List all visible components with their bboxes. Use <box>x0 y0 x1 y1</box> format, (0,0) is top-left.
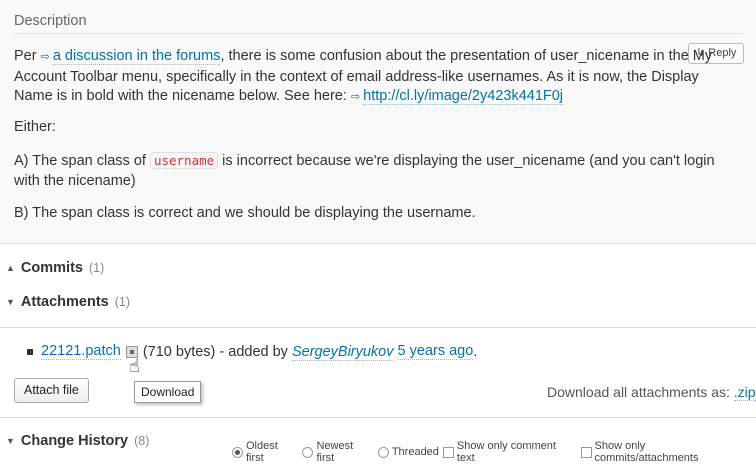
attachments-title: Attachments <box>20 294 109 310</box>
description-panel: Description ↳ Reply Per ⇨ a discussion in… <box>0 0 756 244</box>
description-paragraph-2: Either: <box>14 119 56 135</box>
comments-only-label: Show only comment text <box>456 440 556 464</box>
bullet-icon <box>27 348 33 355</box>
commits-only-option[interactable]: Show only commits/attachments <box>580 440 752 464</box>
username-code: username <box>149 152 219 169</box>
commits-section-toggle[interactable]: ▲ Commits (1) <box>6 260 104 276</box>
author-link[interactable]: SergeyBiryukov <box>291 343 394 361</box>
commits-title: Commits <box>20 260 83 276</box>
external-link-icon: ⇨ <box>350 91 361 103</box>
description-paragraph-1: Per ⇨ a discussion in the forums, there i… <box>14 47 714 108</box>
oldest-first-option[interactable]: Oldest first <box>232 440 298 464</box>
history-options: Oldest first Newest first Threaded Show … <box>232 440 756 464</box>
change-history-title: Change History <box>20 433 129 449</box>
hand-cursor-icon: ☝ <box>129 356 140 376</box>
description-paragraph-3: A) The span class of username is incorre… <box>14 151 734 191</box>
threaded-label: Threaded <box>391 446 439 458</box>
threaded-radio[interactable] <box>377 446 389 458</box>
attachment-age-link[interactable]: 5 years ago <box>397 343 474 360</box>
comments-only-checkbox[interactable] <box>442 446 454 458</box>
commits-only-label: Show only commits/attachments <box>594 440 699 464</box>
attachments-section-toggle[interactable]: ▼ Attachments (1) <box>6 294 130 310</box>
forum-discussion-link[interactable]: a discussion in the forums <box>52 48 221 65</box>
download-zip-link[interactable]: .zip <box>733 384 756 401</box>
attachments-count: (1) <box>114 295 131 309</box>
p3-before: A) The span class of <box>14 153 150 169</box>
change-history-count: (8) <box>134 434 150 448</box>
oldest-first-label: Oldest first <box>245 440 278 464</box>
period: . <box>473 343 478 360</box>
threaded-option[interactable]: Threaded <box>377 446 439 458</box>
divider <box>0 327 756 328</box>
newest-first-option[interactable]: Newest first <box>302 440 373 464</box>
comments-only-option[interactable]: Show only comment text <box>442 440 577 464</box>
description-header: Description <box>14 13 742 34</box>
newest-first-label: Newest first <box>316 440 354 464</box>
commits-only-checkbox[interactable] <box>580 446 592 458</box>
collapse-triangle-icon: ▼ <box>6 436 15 446</box>
p1-before: Per <box>14 48 41 64</box>
expand-triangle-icon: ▲ <box>6 263 15 273</box>
oldest-first-radio[interactable] <box>232 446 243 458</box>
attachment-size: (710 bytes) - added by <box>142 343 288 360</box>
description-paragraph-4: B) The span class is correct and we shou… <box>14 205 476 221</box>
commits-count: (1) <box>88 261 105 275</box>
collapse-triangle-icon: ▼ <box>6 297 15 307</box>
change-history-section-toggle[interactable]: ▼ Change History (8) <box>6 433 149 449</box>
external-link-icon: ⇨ <box>40 51 50 63</box>
attachment-item: 22121.patch (710 bytes) - added by Serge… <box>27 343 478 361</box>
download-all: Download all attachments as: .zip <box>547 384 756 401</box>
divider <box>0 417 756 418</box>
image-url-link[interactable]: http://cl.ly/image/2y423k441F0j <box>363 88 564 105</box>
newest-first-radio[interactable] <box>302 446 314 458</box>
attachment-file-link[interactable]: 22121.patch <box>41 343 121 360</box>
download-tooltip: Download <box>134 381 202 403</box>
attach-file-button[interactable]: Attach file <box>14 378 89 403</box>
download-all-label: Download all attachments as: <box>547 384 734 400</box>
